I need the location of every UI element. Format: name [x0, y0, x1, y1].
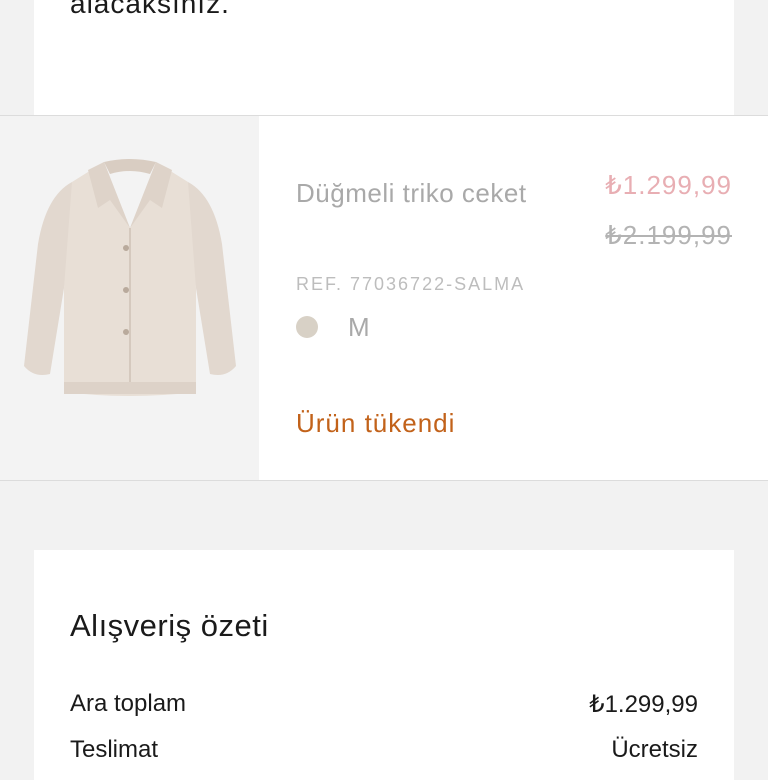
product-name[interactable]: Düğmeli triko ceket	[296, 168, 546, 218]
order-summary: Alışveriş özeti Ara toplam ₺1.299,99 Tes…	[34, 550, 734, 780]
summary-title: Alışveriş özeti	[70, 608, 269, 643]
original-price: ₺2.199,99	[605, 220, 732, 250]
summary-row-shipping: Teslimat Ücretsiz	[70, 736, 698, 766]
divider	[0, 480, 768, 481]
product-image[interactable]	[0, 116, 259, 480]
shipping-label: Teslimat	[70, 736, 159, 763]
subtotal-label: Ara toplam	[70, 690, 187, 717]
color-swatch	[296, 316, 318, 338]
subtotal-value: ₺1.299,99	[589, 691, 698, 718]
shipping-value: Ücretsiz	[611, 736, 698, 763]
knit-jacket-image	[24, 159, 236, 396]
sale-price: ₺1.299,99	[605, 170, 732, 200]
product-info: Düğmeli triko ceket ₺1.299,99 ₺2.199,99 …	[296, 116, 734, 480]
cart-item[interactable]: Düğmeli triko ceket ₺1.299,99 ₺2.199,99 …	[0, 116, 768, 480]
product-size: M	[348, 312, 370, 342]
product-reference: REF. 77036722-SALMA	[296, 274, 526, 294]
notice-card: alacaksınız.	[34, 0, 734, 115]
notice-text: alacaksınız.	[70, 0, 230, 19]
summary-row-subtotal: Ara toplam ₺1.299,99	[70, 690, 698, 720]
stock-status: Ürün tükendi	[296, 408, 456, 438]
